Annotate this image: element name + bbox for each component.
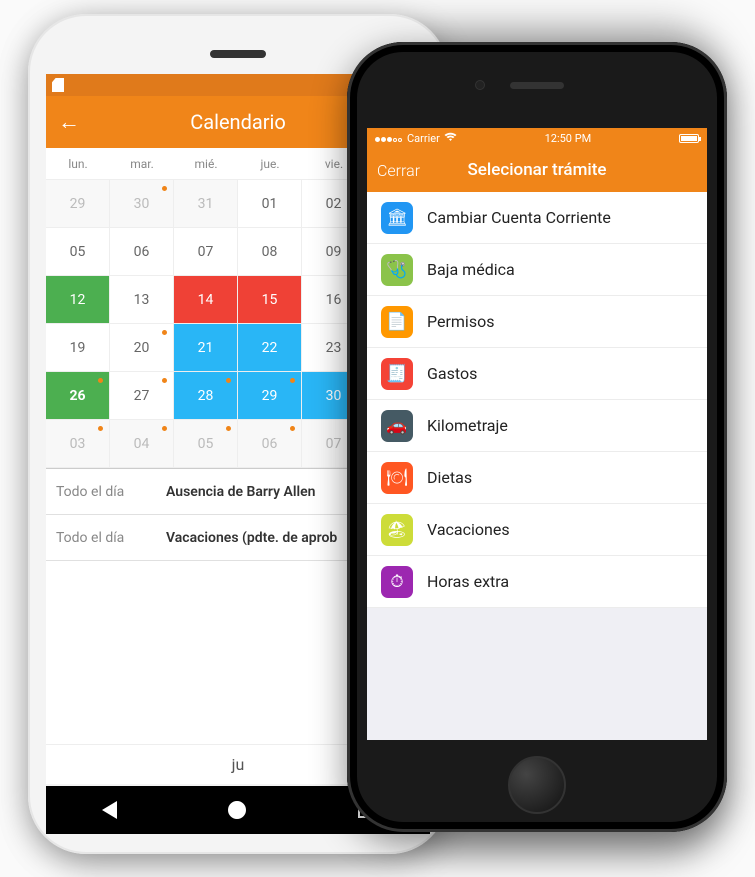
- close-button[interactable]: Cerrar: [377, 161, 437, 180]
- clock-icon: ⏱: [381, 566, 413, 598]
- battery-icon: [679, 134, 699, 143]
- list-item[interactable]: 📄 Permisos: [367, 296, 707, 348]
- calendar-cell[interactable]: 04: [110, 420, 174, 468]
- event-time: Todo el día: [56, 484, 166, 500]
- event-dot-icon: [162, 426, 167, 431]
- receipt-icon: 🧾: [381, 358, 413, 390]
- calendar-cell[interactable]: 29: [238, 372, 302, 420]
- weekday-label: mié.: [174, 148, 238, 179]
- calendar-cell[interactable]: 19: [46, 324, 110, 372]
- calendar-cell[interactable]: 22: [238, 324, 302, 372]
- sd-card-icon: [52, 78, 64, 92]
- beach-icon: 🏖: [381, 514, 413, 546]
- list-item-label: Kilometraje: [427, 416, 508, 435]
- calendar-cell[interactable]: 26: [46, 372, 110, 420]
- nav-back-icon[interactable]: [102, 801, 117, 819]
- calendar-cell[interactable]: 12: [46, 276, 110, 324]
- device-speaker: [210, 50, 266, 58]
- event-dot-icon: [290, 426, 295, 431]
- calendar-cell[interactable]: 13: [110, 276, 174, 324]
- calendar-cell[interactable]: 05: [46, 228, 110, 276]
- list-item-label: Vacaciones: [427, 520, 510, 539]
- document-icon: 📄: [381, 306, 413, 338]
- nav-home-icon[interactable]: [228, 801, 246, 819]
- event-dot-icon: [98, 426, 103, 431]
- device-speaker: [510, 82, 564, 89]
- event-dot-icon: [98, 378, 103, 383]
- calendar-cell[interactable]: 30: [110, 180, 174, 228]
- back-button[interactable]: ←: [58, 109, 88, 135]
- list-item[interactable]: 🩺 Baja médica: [367, 244, 707, 296]
- calendar-cell[interactable]: 15: [238, 276, 302, 324]
- iphone-screen: Carrier 12:50 PM Cerrar Selecionar trámi…: [367, 128, 707, 740]
- list-item-label: Gastos: [427, 364, 477, 383]
- calendar-cell[interactable]: 27: [110, 372, 174, 420]
- weekday-label: lun.: [46, 148, 110, 179]
- calendar-cell[interactable]: 06: [238, 420, 302, 468]
- calendar-cell[interactable]: 07: [174, 228, 238, 276]
- car-icon: 🚗: [381, 410, 413, 442]
- carrier-label: Carrier: [407, 132, 440, 145]
- list-item-label: Horas extra: [427, 572, 509, 591]
- calendar-cell[interactable]: 28: [174, 372, 238, 420]
- signal-dots-icon: [375, 132, 403, 145]
- calendar-cell[interactable]: 21: [174, 324, 238, 372]
- event-dot-icon: [162, 378, 167, 383]
- event-dot-icon: [290, 378, 295, 383]
- list-item[interactable]: 🏖 Vacaciones: [367, 504, 707, 556]
- event-dot-icon: [226, 426, 231, 431]
- device-camera: [475, 80, 485, 90]
- list-item[interactable]: 🏛 Cambiar Cuenta Corriente: [367, 192, 707, 244]
- weekday-label: mar.: [110, 148, 174, 179]
- list-item-label: Baja médica: [427, 260, 515, 279]
- calendar-cell[interactable]: 01: [238, 180, 302, 228]
- calendar-cell[interactable]: 20: [110, 324, 174, 372]
- list-item[interactable]: ⏱ Horas extra: [367, 556, 707, 608]
- clock-label: 12:50 PM: [545, 132, 592, 145]
- calendar-cell[interactable]: 31: [174, 180, 238, 228]
- list-item-label: Permisos: [427, 312, 494, 331]
- event-dot-icon: [226, 378, 231, 383]
- stethoscope-icon: 🩺: [381, 254, 413, 286]
- list-item-label: Cambiar Cuenta Corriente: [427, 208, 611, 227]
- calendar-cell[interactable]: 06: [110, 228, 174, 276]
- list-item-label: Dietas: [427, 468, 472, 487]
- calendar-cell[interactable]: 05: [174, 420, 238, 468]
- calendar-cell[interactable]: 03: [46, 420, 110, 468]
- tramite-list: 🏛 Cambiar Cuenta Corriente 🩺 Baja médica 📄 Pe…: [367, 192, 707, 608]
- calendar-cell[interactable]: 14: [174, 276, 238, 324]
- bank-icon: 🏛: [381, 202, 413, 234]
- list-item[interactable]: 🍽 Dietas: [367, 452, 707, 504]
- event-dot-icon: [162, 330, 167, 335]
- event-dot-icon: [162, 186, 167, 191]
- meal-icon: 🍽: [381, 462, 413, 494]
- wifi-icon: [444, 132, 457, 145]
- calendar-cell[interactable]: 29: [46, 180, 110, 228]
- home-button[interactable]: [508, 756, 566, 814]
- page-title: Selecionar trámite: [437, 160, 697, 180]
- weekday-label: jue.: [238, 148, 302, 179]
- ios-header: Cerrar Selecionar trámite: [367, 148, 707, 192]
- calendar-cell[interactable]: 08: [238, 228, 302, 276]
- event-time: Todo el día: [56, 530, 166, 546]
- ios-statusbar: Carrier 12:50 PM: [367, 128, 707, 148]
- list-item[interactable]: 🚗 Kilometraje: [367, 400, 707, 452]
- list-item[interactable]: 🧾 Gastos: [367, 348, 707, 400]
- iphone-device: Carrier 12:50 PM Cerrar Selecionar trámi…: [347, 42, 727, 832]
